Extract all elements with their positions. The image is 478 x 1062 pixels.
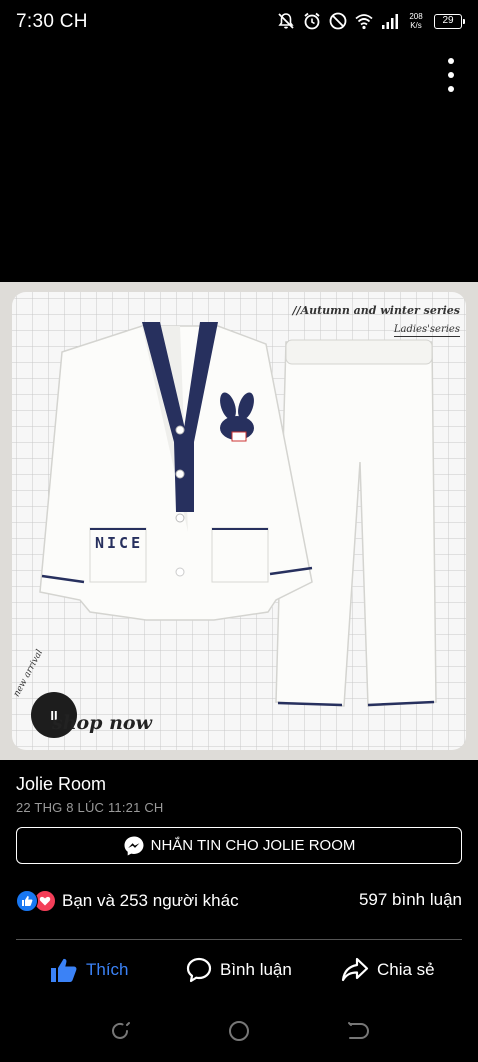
comment-button[interactable]: Bình luận bbox=[186, 948, 292, 992]
recent-apps-icon[interactable] bbox=[108, 1019, 132, 1043]
share-label: Chia sẻ bbox=[377, 960, 435, 979]
like-reaction-icon bbox=[16, 890, 38, 912]
pocket-print: NICE bbox=[95, 534, 144, 552]
reactions-text: Bạn và 253 người khác bbox=[62, 891, 239, 910]
system-nav-bar bbox=[0, 1006, 478, 1056]
more-options-button[interactable] bbox=[444, 58, 458, 92]
post-actions: Thích Bình luận Chia sẻ bbox=[0, 948, 478, 992]
reactions-summary[interactable]: Bạn và 253 người khác bbox=[16, 889, 239, 913]
pajama-illustration bbox=[0, 282, 478, 760]
comments-count[interactable]: 597 bình luận bbox=[359, 890, 462, 910]
shop-now-label: shop now bbox=[52, 712, 152, 734]
more-dot-icon bbox=[448, 72, 454, 78]
status-icons: 208 K/s 29 bbox=[276, 10, 465, 32]
series-title: //Autumn and winter series bbox=[292, 304, 460, 317]
post-author[interactable]: Jolie Room bbox=[16, 774, 106, 795]
back-icon[interactable] bbox=[346, 1019, 370, 1043]
comment-icon bbox=[186, 957, 212, 983]
like-label: Thích bbox=[86, 960, 129, 979]
comment-label: Bình luận bbox=[220, 960, 292, 979]
battery-icon: 29 bbox=[434, 13, 465, 29]
thumbs-up-icon bbox=[51, 958, 77, 982]
message-page-button[interactable]: NHẮN TIN CHO JOLIE ROOM bbox=[16, 827, 462, 864]
series-subtitle: Ladies'series bbox=[393, 324, 460, 337]
home-icon[interactable] bbox=[227, 1019, 251, 1043]
wifi-icon bbox=[355, 14, 373, 30]
messenger-icon bbox=[124, 836, 144, 855]
status-time: 7:30 CH bbox=[16, 11, 88, 32]
like-button[interactable]: Thích bbox=[50, 948, 129, 992]
message-button-label: NHẮN TIN CHO JOLIE ROOM bbox=[150, 837, 356, 854]
post-timestamp: 22 THG 8 LÚC 11:21 CH bbox=[16, 800, 164, 815]
share-icon bbox=[341, 957, 369, 982]
dnd-icon bbox=[329, 12, 347, 30]
net-speed-unit: K/s bbox=[410, 21, 422, 30]
alarm-icon bbox=[304, 12, 320, 30]
series-caption: //Autumn and winter series Ladies'series bbox=[293, 304, 460, 337]
divider bbox=[16, 939, 462, 940]
status-bar: 7:30 CH 208 K/s 29 bbox=[0, 0, 478, 44]
mute-icon bbox=[278, 13, 294, 29]
signal-icon bbox=[382, 14, 398, 29]
net-speed: 208 K/s bbox=[406, 12, 426, 30]
battery-level: 29 bbox=[442, 14, 454, 26]
post-photo[interactable]: //Autumn and winter series Ladies'series… bbox=[0, 282, 478, 760]
more-dot-icon bbox=[448, 86, 454, 92]
net-speed-value: 208 bbox=[409, 12, 423, 21]
share-button[interactable]: Chia sẻ bbox=[341, 948, 435, 992]
more-dot-icon bbox=[448, 58, 454, 64]
